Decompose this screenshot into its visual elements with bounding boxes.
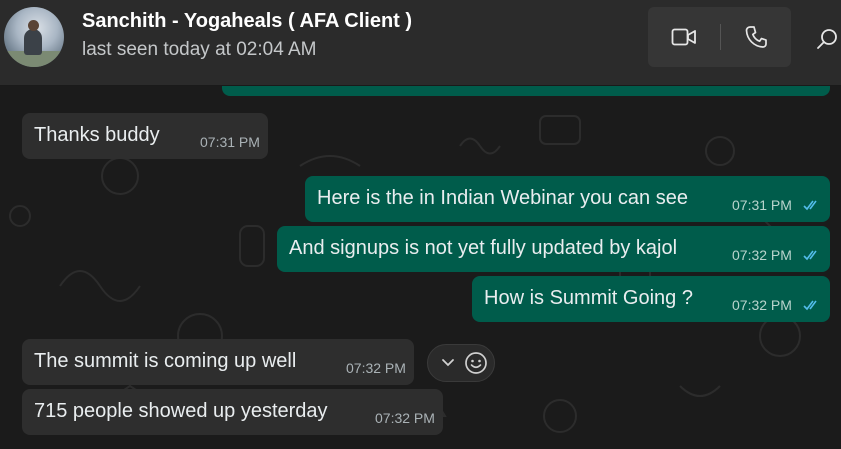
last-seen-status: last seen today at 02:04 AM (82, 39, 317, 60)
message-incoming[interactable]: 715 people showed up yesterday 07:32 PM (22, 389, 443, 435)
read-receipt-icon (803, 200, 817, 211)
message-text: And signups is not yet fully updated by … (289, 237, 678, 259)
emoji-icon[interactable] (464, 351, 488, 375)
message-text: The summit is coming up well (34, 350, 297, 372)
voice-call-button[interactable] (734, 17, 778, 57)
message-outgoing[interactable]: Here is the in Indian Webinar you can se… (305, 176, 830, 222)
message-time: 07:32 PM (732, 297, 792, 313)
call-divider (720, 24, 721, 50)
read-receipt-icon (803, 250, 817, 261)
message-time: 07:32 PM (732, 247, 792, 263)
avatar-figure (24, 29, 42, 55)
chat-header: Sanchith - Yogaheals ( AFA Client ) last… (0, 0, 841, 86)
chevron-down-icon[interactable] (441, 358, 455, 368)
search-button[interactable] (812, 22, 841, 56)
previous-message-edge (222, 86, 830, 96)
message-incoming[interactable]: Thanks buddy 07:31 PM (22, 113, 268, 159)
avatar-head (28, 20, 39, 31)
read-receipt-icon (803, 300, 817, 311)
message-outgoing[interactable]: And signups is not yet fully updated by … (277, 226, 830, 272)
call-button-group (648, 7, 791, 67)
video-call-button[interactable] (662, 17, 706, 57)
contact-name[interactable]: Sanchith - Yogaheals ( AFA Client ) (82, 10, 412, 33)
message-incoming[interactable]: The summit is coming up well 07:32 PM (22, 339, 414, 385)
voice-call-icon (745, 26, 767, 48)
message-text: How is Summit Going ? (484, 287, 693, 309)
chat-area[interactable]: Thanks buddy 07:31 PM Here is the in Ind… (0, 86, 841, 449)
message-time: 07:31 PM (732, 197, 792, 213)
message-time: 07:32 PM (346, 360, 406, 376)
message-time: 07:31 PM (200, 134, 260, 150)
message-outgoing[interactable]: How is Summit Going ? 07:32 PM (472, 276, 830, 322)
contact-avatar[interactable] (4, 7, 64, 67)
message-text: Thanks buddy (34, 124, 160, 146)
message-text: 715 people showed up yesterday (34, 400, 328, 422)
message-time: 07:32 PM (375, 410, 435, 426)
search-icon (817, 29, 837, 49)
video-call-icon (671, 28, 696, 46)
message-text: Here is the in Indian Webinar you can se… (317, 187, 688, 209)
message-hover-actions (427, 344, 495, 382)
